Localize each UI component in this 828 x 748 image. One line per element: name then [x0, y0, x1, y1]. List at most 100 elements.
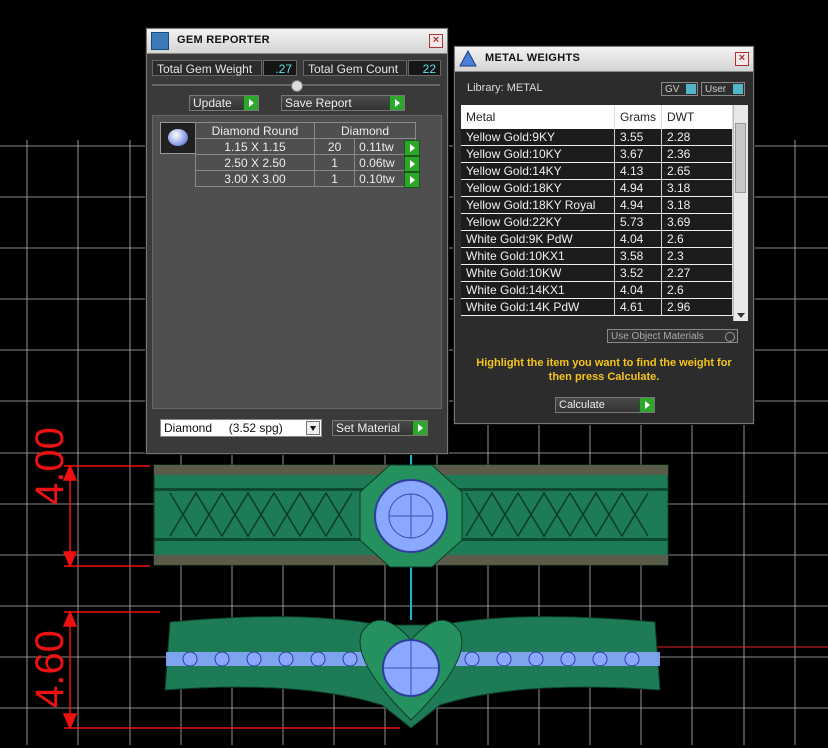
metal-name: White Gold:10KX1: [461, 247, 615, 265]
metal-grams: 4.94: [614, 196, 662, 214]
update-button[interactable]: Update: [189, 95, 259, 111]
diamond-gem-icon[interactable]: [160, 122, 196, 154]
metal-weights-titlebar[interactable]: METAL WEIGHTS ×: [455, 47, 753, 72]
gem-size: 3.00 X 3.00: [195, 170, 315, 187]
column-header-material: Diamond: [314, 122, 416, 139]
close-icon[interactable]: ×: [735, 52, 749, 66]
metal-dwt: 3.69: [661, 213, 733, 231]
metal-weights-icon: [459, 49, 477, 68]
use-object-materials-toggle[interactable]: Use Object Materials: [607, 329, 738, 343]
gem-reporter-icon: [151, 32, 169, 50]
table-row[interactable]: White Gold:14K PdW 4.61 2.96: [461, 298, 733, 316]
table-row[interactable]: Yellow Gold:22KY 5.73 3.69: [461, 213, 733, 231]
column-header-grams: Grams: [614, 105, 662, 129]
radio-icon: [725, 332, 735, 342]
gem-count: 20: [313, 138, 356, 155]
set-material-button[interactable]: Set Material: [332, 420, 428, 436]
calculate-button[interactable]: Calculate: [555, 397, 655, 413]
gem-reporter-panel: GEM REPORTER × Total Gem Weight .27 Tota…: [146, 28, 448, 454]
table-row[interactable]: Yellow Gold:14KY 4.13 2.65: [461, 162, 733, 180]
chevron-down-icon: [306, 421, 320, 435]
gv-toggle[interactable]: GV: [661, 82, 698, 96]
material-select[interactable]: Diamond (3.52 spg): [160, 419, 322, 437]
gem-size: 1.15 X 1.15: [195, 138, 315, 155]
metal-grams: 5.73: [614, 213, 662, 231]
library-label: Library: METAL: [467, 82, 543, 94]
gem-table: Diamond Round Diamond 1.15 X 1.15 20 0.1…: [195, 122, 416, 187]
set-material-button-label: Set Material: [336, 421, 401, 435]
metal-dwt: 2.6: [661, 230, 733, 248]
metal-grams: 4.13: [614, 162, 662, 180]
table-row[interactable]: Yellow Gold:10KY 3.67 2.36: [461, 145, 733, 163]
table-row[interactable]: 3.00 X 3.00 1 0.10tw: [195, 170, 416, 187]
metal-dwt: 2.65: [661, 162, 733, 180]
metal-grams: 4.04: [614, 230, 662, 248]
metal-weights-panel: METAL WEIGHTS × Library: METAL GV User M…: [454, 46, 754, 424]
gem-count: 1: [313, 170, 356, 187]
metal-grams: 3.58: [614, 247, 662, 265]
close-icon[interactable]: ×: [429, 34, 443, 48]
column-header-metal: Metal: [461, 105, 615, 129]
metal-dwt: 2.28: [661, 129, 733, 146]
metal-name: Yellow Gold:18KY: [461, 179, 615, 197]
metal-dwt: 2.27: [661, 264, 733, 282]
metal-table-header: Metal Grams DWT: [461, 105, 733, 129]
total-gem-count-value: 22: [408, 60, 441, 76]
metal-name: White Gold:14K PdW: [461, 298, 615, 316]
scrollbar-thumb[interactable]: [735, 123, 746, 193]
table-row[interactable]: White Gold:9K PdW 4.04 2.6: [461, 230, 733, 248]
gem-reporter-title: GEM REPORTER: [177, 34, 270, 46]
table-row[interactable]: White Gold:10KX1 3.58 2.3: [461, 247, 733, 265]
gem-table-header: Diamond Round Diamond: [195, 122, 416, 139]
metal-name: Yellow Gold:9KY: [461, 129, 615, 146]
metal-table: Metal Grams DWT Yellow Gold:9KY 3.55 2.28 …: [461, 105, 733, 316]
table-row[interactable]: 2.50 X 2.50 1 0.06tw: [195, 154, 416, 171]
dimension-label-top: 4.00: [28, 427, 72, 505]
gem-list-area: Diamond Round Diamond 1.15 X 1.15 20 0.1…: [152, 115, 442, 409]
save-report-button[interactable]: Save Report: [281, 95, 405, 111]
ring-band-top: [153, 464, 669, 568]
table-row[interactable]: Yellow Gold:18KY 4.94 3.18: [461, 179, 733, 197]
save-report-button-label: Save Report: [285, 96, 352, 110]
gem-size: 2.50 X 2.50: [195, 154, 315, 171]
column-header-dwt: DWT: [661, 105, 733, 129]
row-go-button[interactable]: [404, 156, 420, 172]
metal-name: White Gold:14KX1: [461, 281, 615, 299]
table-row[interactable]: White Gold:10KW 3.52 2.27: [461, 264, 733, 282]
user-toggle-label: User: [705, 84, 727, 95]
use-object-materials-label: Use Object Materials: [611, 331, 704, 342]
gem-reporter-titlebar[interactable]: GEM REPORTER ×: [147, 29, 447, 54]
metal-name: White Gold:10KW: [461, 264, 615, 282]
total-gem-weight-label: Total Gem Weight: [152, 60, 262, 76]
metal-name: Yellow Gold:22KY: [461, 213, 615, 231]
user-toggle[interactable]: User: [701, 82, 745, 96]
table-row[interactable]: Yellow Gold:18KY Royal 4.94 3.18: [461, 196, 733, 214]
metal-grams: 4.61: [614, 298, 662, 316]
table-row[interactable]: 1.15 X 1.15 20 0.11tw: [195, 138, 416, 155]
calculate-button-label: Calculate: [559, 399, 605, 411]
metal-name: White Gold:9K PdW: [461, 230, 615, 248]
total-gem-weight-value: .27: [263, 60, 297, 76]
update-button-label: Update: [193, 96, 232, 110]
chevron-down-icon[interactable]: [737, 313, 745, 318]
metal-grams: 4.94: [614, 179, 662, 197]
row-go-button[interactable]: [404, 172, 420, 188]
table-row[interactable]: White Gold:14KX1 4.04 2.6: [461, 281, 733, 299]
dimension-label-bottom: 4.60: [28, 630, 72, 708]
metal-table-scrollbar[interactable]: [733, 105, 748, 321]
metal-dwt: 2.36: [661, 145, 733, 163]
material-select-value: Diamond (3.52 spg): [164, 421, 283, 435]
metal-dwt: 2.96: [661, 298, 733, 316]
metal-grams: 3.55: [614, 129, 662, 146]
collapse-icon[interactable]: [291, 80, 303, 92]
metal-dwt: 3.18: [661, 179, 733, 197]
instruction-text: Highlight the item you want to find the …: [476, 357, 732, 383]
metal-grams: 3.52: [614, 264, 662, 282]
metal-weights-title: METAL WEIGHTS: [485, 52, 581, 64]
metal-grams: 3.67: [614, 145, 662, 163]
gem-count: 1: [313, 154, 356, 171]
row-go-button[interactable]: [404, 140, 420, 156]
metal-name: Yellow Gold:10KY: [461, 145, 615, 163]
table-row[interactable]: Yellow Gold:9KY 3.55 2.28: [461, 129, 733, 146]
metal-grams: 4.04: [614, 281, 662, 299]
